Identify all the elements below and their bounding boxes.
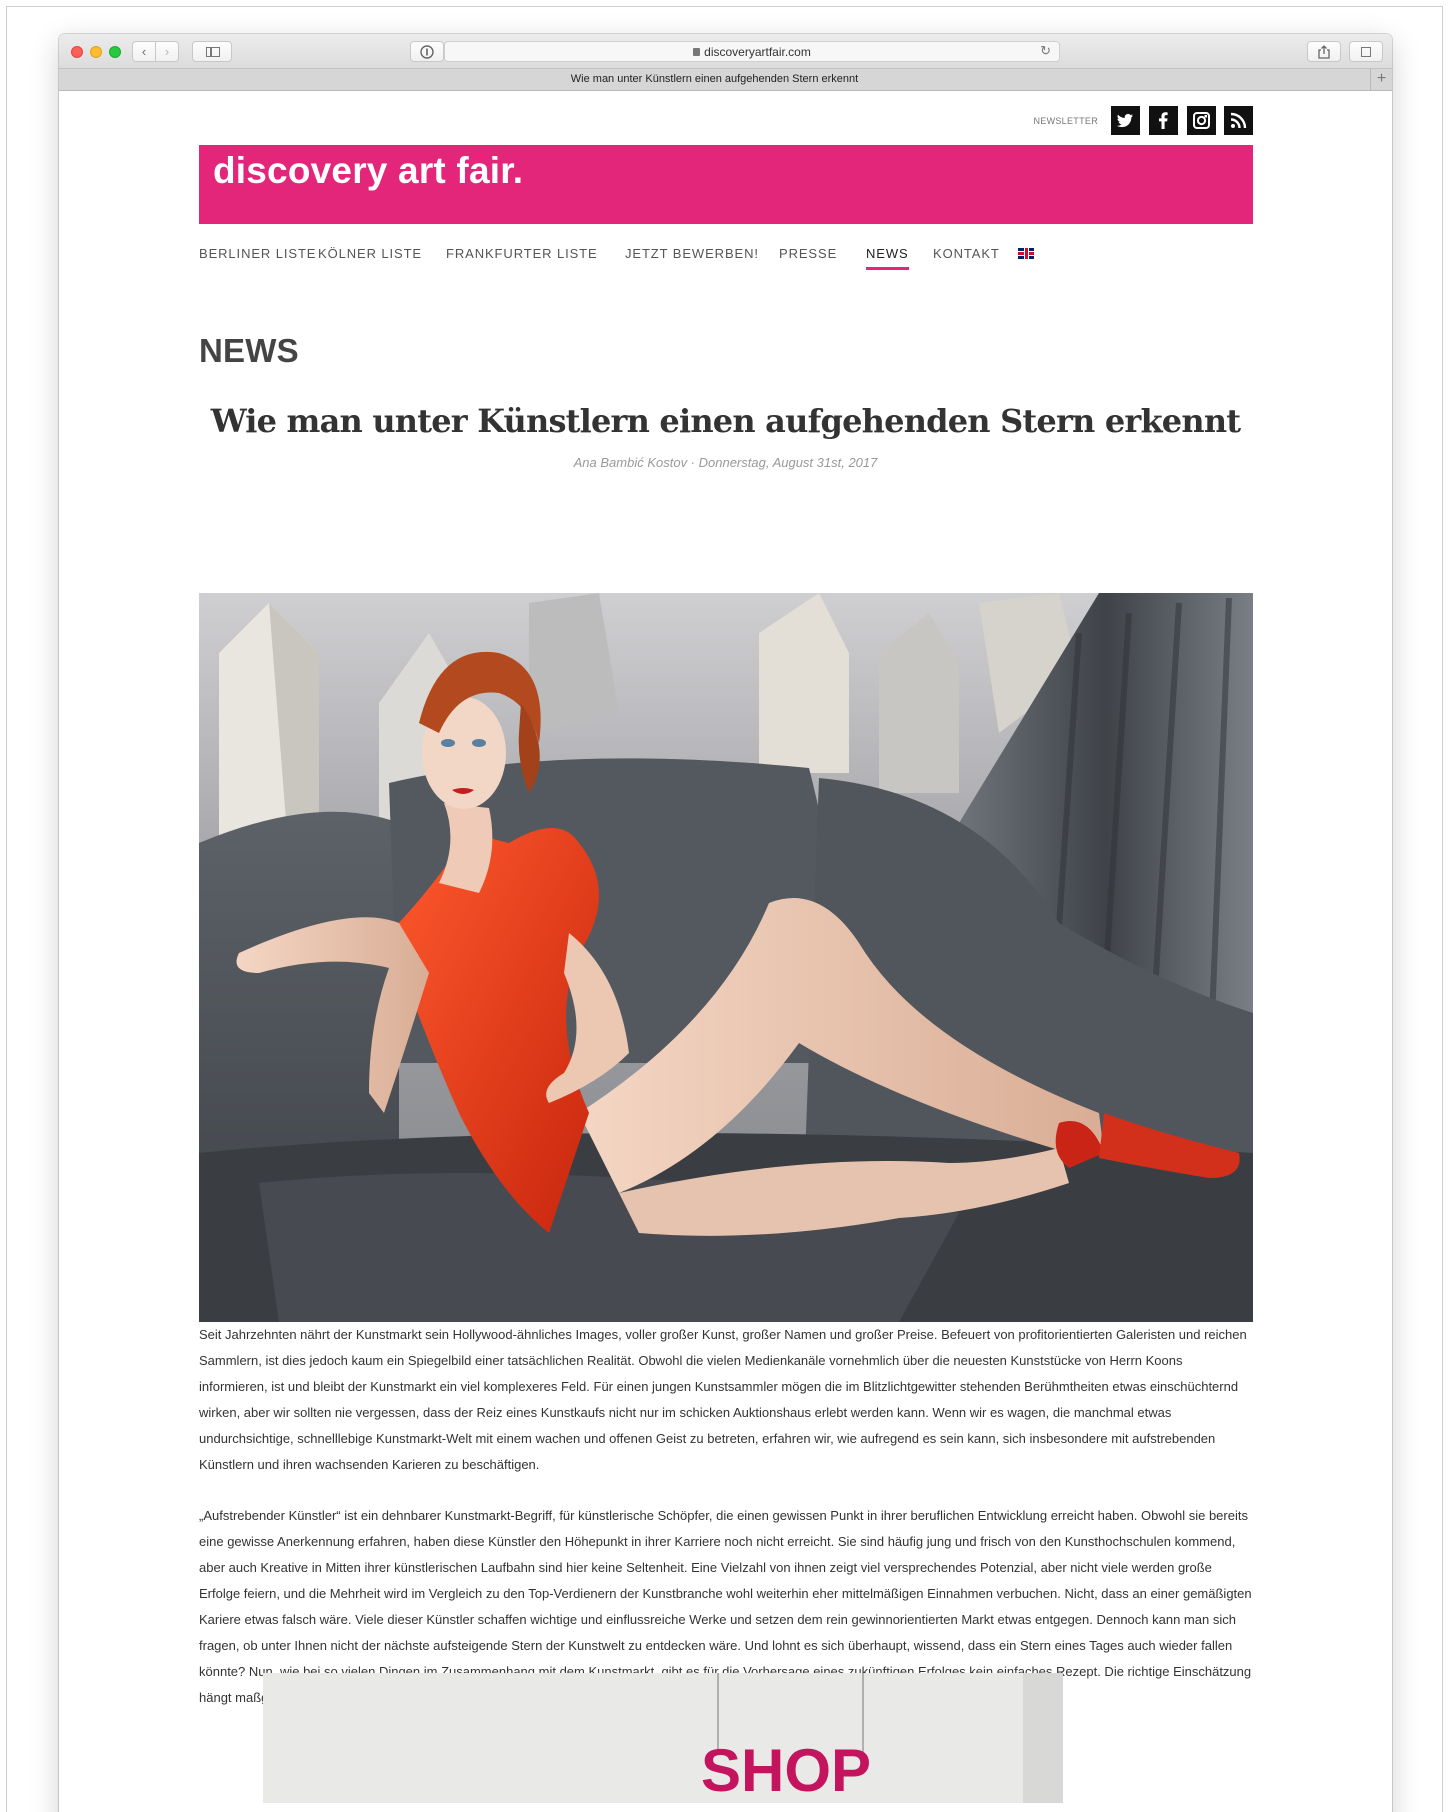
shop-sign-image: SHOP <box>263 1673 1063 1803</box>
browser-window: ‹ › discoveryartfair.com ↻ Wie man unter… <box>59 34 1392 1812</box>
show-tabs-button[interactable] <box>1349 41 1383 62</box>
section-title: NEWS <box>199 332 299 369</box>
article-byline: Ana Bambić Kostov · Donnerstag, August 3… <box>573 455 878 470</box>
header-topline: NEWSLETTER <box>199 106 1253 136</box>
tab-bar: Wie man unter Künstlern einen aufgehende… <box>59 69 1392 91</box>
shop-sign-text: SHOP <box>701 1737 871 1803</box>
nav-item-koelner-liste[interactable]: KÖLNER LISTE <box>318 246 422 261</box>
nav-item-kontakt[interactable]: KONTAKT <box>933 246 1000 261</box>
share-button[interactable] <box>1307 41 1341 62</box>
sidebar-icon <box>206 47 220 57</box>
facebook-icon[interactable] <box>1149 106 1178 135</box>
nav-item-news[interactable]: NEWS <box>866 246 909 270</box>
chevron-right-icon: › <box>164 44 170 59</box>
instagram-icon[interactable] <box>1187 106 1216 135</box>
chevron-left-icon: ‹ <box>141 44 147 59</box>
site-logo: discovery art fair. <box>213 150 524 191</box>
woman-on-sofa-image <box>199 593 1253 1322</box>
tabs-icon <box>1361 47 1371 57</box>
nav-item-berliner-liste[interactable]: BERLINER LISTE <box>199 246 316 261</box>
privacy-icon <box>420 45 434 59</box>
url-text: discoveryartfair.com <box>704 45 811 59</box>
address-bar[interactable]: discoveryartfair.com ↻ <box>444 41 1060 62</box>
newsletter-link[interactable]: NEWSLETTER <box>1033 116 1098 126</box>
privacy-button[interactable] <box>410 41 444 62</box>
back-button[interactable]: ‹ <box>132 41 156 62</box>
article-title: Wie man unter Künstlern einen aufgehende… <box>210 402 1241 440</box>
forward-button[interactable]: › <box>155 41 179 62</box>
active-tab[interactable]: Wie man unter Künstlern einen aufgehende… <box>59 73 1370 85</box>
nav-item-presse[interactable]: PRESSE <box>779 246 837 261</box>
close-window-button[interactable] <box>71 46 83 58</box>
plus-icon[interactable]: + <box>1370 69 1392 91</box>
site-logo-banner[interactable]: discovery art fair. <box>199 145 1253 224</box>
article-second-image: SHOP <box>263 1673 1063 1803</box>
nav-item-jetzt-bewerben[interactable]: JETZT BEWERBEN! <box>625 246 759 261</box>
browser-toolbar: ‹ › discoveryartfair.com ↻ <box>59 34 1392 69</box>
nav-item-frankfurter-liste[interactable]: FRANKFURTER LISTE <box>446 246 598 261</box>
article-hero-image <box>199 593 1253 1322</box>
minimize-window-button[interactable] <box>90 46 102 58</box>
twitter-icon[interactable] <box>1111 106 1140 135</box>
uk-flag-icon[interactable] <box>1018 248 1034 259</box>
sidebar-button[interactable] <box>192 41 232 62</box>
zoom-window-button[interactable] <box>109 46 121 58</box>
share-icon <box>1318 45 1330 59</box>
article-paragraph: Seit Jahrzehnten nährt der Kunstmarkt se… <box>199 1327 1247 1472</box>
rss-icon[interactable] <box>1224 106 1253 135</box>
lock-icon <box>693 48 701 56</box>
reload-icon[interactable]: ↻ <box>1040 43 1051 59</box>
